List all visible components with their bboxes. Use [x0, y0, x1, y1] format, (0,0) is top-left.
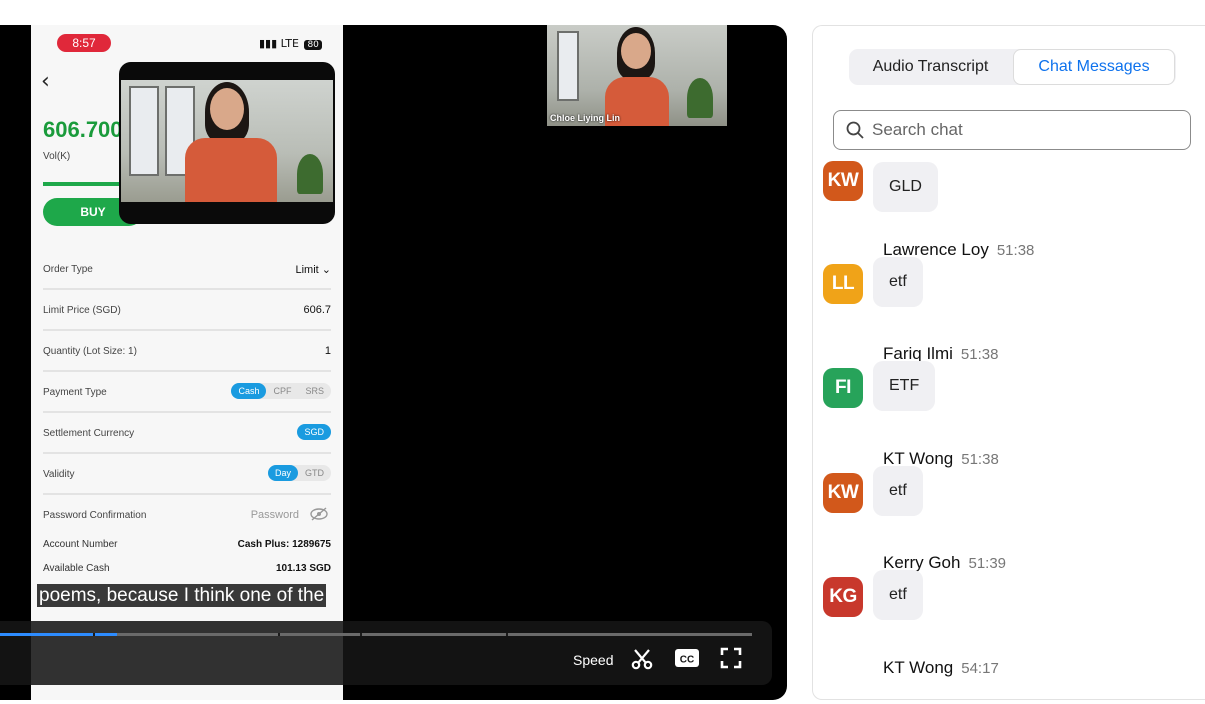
search-input[interactable]	[872, 111, 1182, 149]
stock-price: 606.700	[43, 117, 123, 142]
chat-message-list[interactable]: KW GLD Lawrence Loy 51:38 LL etf Fariq Il…	[813, 158, 1205, 699]
account-number-label: Account Number	[43, 539, 118, 550]
plant-shape	[297, 154, 323, 194]
tab-audio-transcript[interactable]: Audio Transcript	[849, 49, 1012, 85]
chevron-down-icon: ⌄	[321, 264, 331, 276]
quantity-row: Quantity (Lot Size: 1) 1	[43, 331, 331, 372]
account-number-value: Cash Plus: 1289675	[237, 539, 331, 550]
speed-button[interactable]: Speed	[573, 652, 613, 668]
validity-label: Validity	[43, 469, 75, 480]
avatar: LL	[823, 264, 863, 304]
settlement-option-sgd: SGD	[297, 424, 331, 440]
player-controls: Speed CC	[0, 621, 772, 685]
payment-type-toggle: Cash CPF SRS	[231, 383, 331, 399]
avatar: KG	[823, 577, 863, 617]
limit-price-value: 606.7	[303, 304, 331, 316]
payment-option-cash: Cash	[231, 383, 267, 399]
message-bubble: etf	[873, 570, 923, 620]
available-cash-value: 101.13 SGD	[275, 563, 331, 574]
message-bubble: etf	[873, 466, 923, 516]
message-sender: KT Wong 54:17	[883, 658, 999, 677]
order-form: Order Type Limit ⌄ Limit Price (SGD) 606…	[43, 249, 331, 536]
back-chevron-icon: ‹	[41, 69, 50, 94]
message-time: 51:38	[961, 451, 999, 468]
limit-price-row: Limit Price (SGD) 606.7	[43, 290, 331, 331]
validity-option-gtd: GTD	[305, 468, 324, 478]
password-label: Password Confirmation	[43, 510, 147, 521]
settlement-currency-label: Settlement Currency	[43, 428, 135, 439]
svg-text:CC: CC	[680, 655, 694, 666]
chapter-marker	[360, 633, 362, 636]
eye-hidden-icon	[309, 507, 329, 524]
message-bubble: GLD	[873, 162, 938, 212]
video-player[interactable]: 8:57 ▮▮▮ LTE 80 ‹ 606.700 Vol(K) BUY Ord…	[0, 25, 787, 700]
avatar: KW	[823, 473, 863, 513]
account-info: Account Number Cash Plus: 1289675 Availa…	[43, 533, 331, 581]
person-head	[621, 33, 651, 69]
message-bubble: etf	[873, 257, 923, 307]
message-bubble: ETF	[873, 361, 936, 411]
message-time: 51:38	[996, 242, 1035, 259]
panel-tabs: Audio Transcript Chat Messages	[849, 49, 1176, 85]
battery-icon: 80	[304, 40, 322, 50]
chapter-marker	[278, 633, 280, 636]
payment-type-row: Payment Type Cash CPF SRS	[43, 372, 331, 413]
password-placeholder: Password	[250, 509, 299, 521]
order-type-row[interactable]: Order Type Limit ⌄	[43, 249, 331, 290]
account-number-row: Account Number Cash Plus: 1289675	[43, 533, 331, 557]
validity-row: Validity Day GTD	[43, 454, 331, 495]
plant-shape	[687, 78, 713, 118]
tab-chat-messages[interactable]: Chat Messages	[1013, 49, 1175, 85]
message-time: 54:17	[961, 660, 999, 677]
participant-name: Chloe Liying Lin	[550, 113, 620, 123]
presenter-video-overlay	[119, 62, 335, 224]
fullscreen-icon[interactable]	[720, 647, 746, 671]
order-type-label: Order Type	[43, 264, 93, 275]
payment-type-label: Payment Type	[43, 387, 107, 398]
validity-toggle: Day GTD	[267, 465, 331, 481]
payment-option-cpf: CPF	[273, 386, 292, 396]
chapter-marker	[506, 633, 508, 636]
chat-panel: Audio Transcript Chat Messages KW GLD La…	[812, 25, 1205, 700]
signal-icon: ▮▮▮ LTE 80	[259, 37, 322, 50]
person-head	[210, 88, 244, 130]
search-icon	[846, 121, 864, 139]
available-cash-row: Available Cash 101.13 SGD	[43, 557, 331, 581]
message-time: 51:39	[968, 555, 1007, 572]
network-label: LTE	[280, 37, 299, 50]
settlement-currency-toggle: SGD	[297, 424, 331, 440]
chapter-marker	[93, 633, 95, 636]
presenter-room-image	[121, 80, 333, 202]
settlement-currency-row: Settlement Currency SGD	[43, 413, 331, 454]
limit-price-label: Limit Price (SGD)	[43, 305, 121, 316]
clip-scissors-icon[interactable]	[630, 647, 656, 671]
available-cash-label: Available Cash	[43, 563, 110, 574]
avatar: FI	[823, 368, 863, 408]
window-shape	[557, 31, 579, 101]
closed-caption-icon[interactable]: CC	[674, 647, 700, 671]
quantity-value: 1	[324, 345, 331, 357]
phone-time: 8:57	[57, 34, 111, 52]
avatar: KW	[823, 161, 863, 201]
progress-fill	[0, 633, 117, 636]
validity-option-day: Day	[267, 465, 298, 481]
quantity-label: Quantity (Lot Size: 1)	[43, 346, 137, 357]
zoom-recording-page: 8:57 ▮▮▮ LTE 80 ‹ 606.700 Vol(K) BUY Ord…	[0, 0, 1205, 704]
participant-video-tile: Chloe Liying Lin	[547, 25, 727, 126]
progress-bar[interactable]	[0, 633, 752, 636]
person-body	[185, 138, 277, 202]
payment-option-srs: SRS	[305, 386, 324, 396]
volume-label: Vol(K)	[43, 151, 71, 162]
chat-search[interactable]	[833, 110, 1191, 150]
password-row: Password Confirmation Password	[43, 495, 331, 536]
order-type-value: Limit ⌄	[295, 264, 331, 276]
closed-caption: poems, because I think one of the	[37, 584, 327, 607]
message-time: 51:38	[960, 346, 999, 363]
window-shape	[129, 86, 159, 176]
phone-status-bar: 8:57 ▮▮▮ LTE 80	[31, 33, 343, 55]
